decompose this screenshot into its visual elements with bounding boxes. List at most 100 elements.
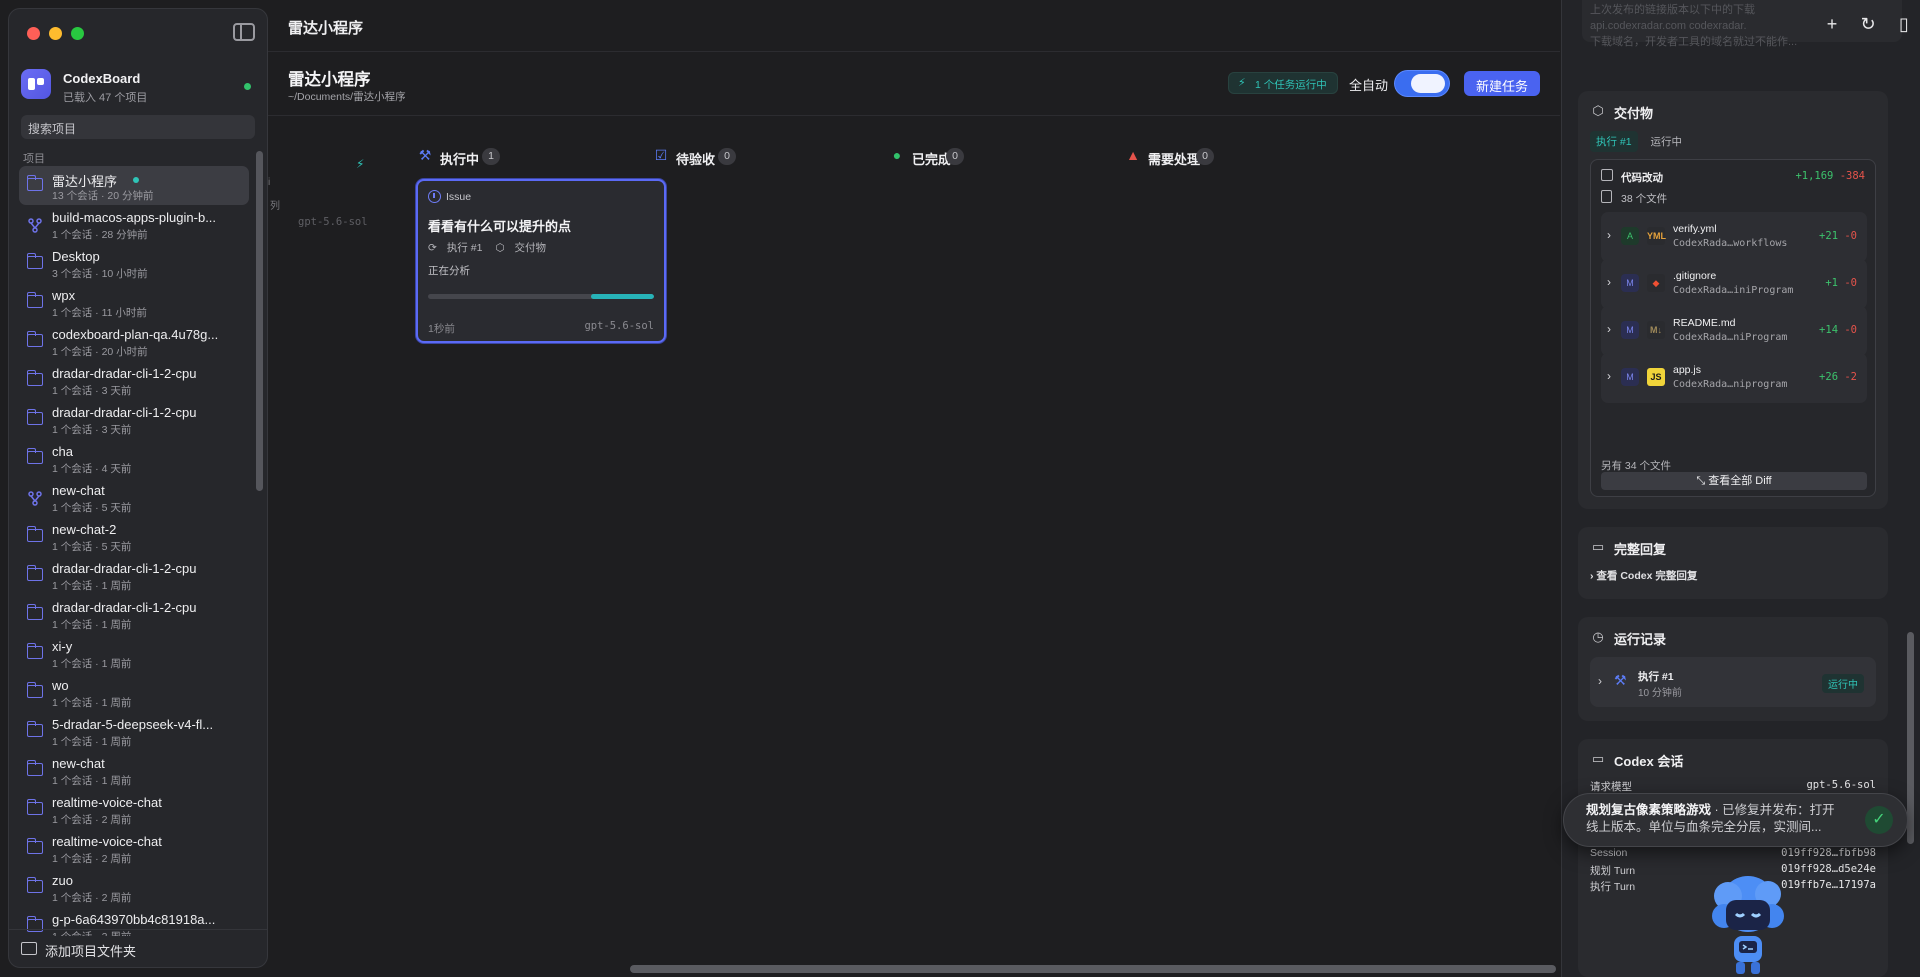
changed-file-row[interactable]: › A YML verify.yml CodexRada…workflows +21 -0 — [1601, 212, 1867, 262]
file-name: README.md — [1673, 317, 1736, 329]
file-diff-stat: +14 -0 — [1819, 324, 1857, 336]
window-controls — [27, 27, 84, 40]
add-folder-label: 添加项目文件夹 — [45, 944, 137, 959]
project-meta: 13 个会话 · 20 分钟前 — [52, 190, 154, 202]
sidebar-project-item[interactable]: wo 1 个会话 · 1 周前 — [19, 673, 249, 712]
sidebar-project-item[interactable]: 5-dradar-5-deepseek-v4-fl... 1 个会话 · 1 周前 — [19, 712, 249, 751]
session-field-key: 规划 Turn — [1590, 865, 1636, 877]
auto-mode-label: 全自动 — [1349, 78, 1389, 93]
run-title: 执行 #1 — [1638, 671, 1674, 683]
review-icon: ☑ — [654, 147, 668, 163]
column-label: 已完成 — [912, 152, 952, 167]
view-all-diff-button[interactable]: ⤡ 查看全部 Diff — [1601, 472, 1867, 490]
file-count: 38 个文件 — [1601, 190, 1667, 206]
app-name: CodexBoard — [63, 71, 141, 86]
hammer-icon: ⚒ — [1614, 672, 1627, 688]
files-icon — [1601, 190, 1612, 203]
sidebar-project-item[interactable]: build-macos-apps-plugin-b... 1 个会话 · 28 分… — [19, 205, 249, 244]
ghost-card-text: 列 — [270, 201, 280, 212]
folder-icon — [26, 604, 43, 620]
new-task-button[interactable]: 新建任务 — [1464, 71, 1540, 96]
file-diff-stat: +1 -0 — [1825, 277, 1857, 289]
session-field-value: 019ffb7e…17197a — [1781, 879, 1876, 891]
changed-file-row[interactable]: › M JS app.js CodexRada…niprogram +26 -2 — [1601, 353, 1867, 403]
sidebar-project-item[interactable]: codexboard-plan-qa.4u78g... 1 个会话 · 20 小时… — [19, 322, 249, 361]
task-model: gpt-5.6-sol — [584, 320, 654, 332]
column-header: ▲ 需要处理 0 — [1124, 147, 1324, 167]
sidebar-toggle-icon[interactable] — [233, 23, 255, 41]
code-changes-box: 代码改动 +1,169 -384 38 个文件 › A YML verify.yml C… — [1590, 159, 1876, 497]
sidebar-project-item[interactable]: Desktop 3 个会话 · 10 小时前 — [19, 244, 249, 283]
info-circle-icon — [428, 190, 441, 203]
chevron-right-icon: › — [1607, 369, 1611, 383]
project-meta: 1 个会话 · 1 周前 — [52, 775, 132, 787]
sidebar-project-item[interactable]: new-chat-2 1 个会话 · 5 天前 — [19, 517, 249, 556]
sidebar-project-item[interactable]: zuo 1 个会话 · 2 周前 — [19, 868, 249, 907]
tab-run-1[interactable]: 执行 #1 — [1590, 131, 1638, 152]
project-title: zuo — [52, 873, 73, 888]
branch-icon — [27, 217, 43, 233]
board-horizontal-scrollbar[interactable] — [630, 965, 1556, 973]
search-input[interactable]: 搜索项目 — [21, 115, 255, 139]
minimize-window-button[interactable] — [49, 27, 62, 40]
task-meta: ⟳ 执行 #1 ⬡ 交付物 — [428, 240, 556, 255]
project-title: g-p-6a643970bb4c81918a... — [52, 912, 216, 927]
file-additions: +21 — [1819, 230, 1839, 242]
changed-file-row[interactable]: › M M↓ README.md CodexRada…niProgram +14 -0 — [1601, 306, 1867, 356]
view-all-diff-label: 查看全部 Diff — [1708, 475, 1772, 487]
sidebar-project-item[interactable]: dradar-dradar-cli-1-2-cpu 1 个会话 · 1 周前 — [19, 556, 249, 595]
sidebar-project-item[interactable]: cha 1 个会话 · 4 天前 — [19, 439, 249, 478]
issue-tag: Issue — [428, 190, 471, 203]
sidebar-project-item[interactable]: xi-y 1 个会话 · 1 周前 — [19, 634, 249, 673]
column-count: 1 — [482, 148, 500, 165]
toast-title: 规划复古像素策略游戏 — [1586, 803, 1712, 817]
chevron-right-icon: › — [1607, 228, 1611, 242]
sidebar-project-item[interactable]: realtime-voice-chat 1 个会话 · 2 周前 — [19, 790, 249, 829]
bolt-icon: ⚡ — [356, 157, 365, 171]
refresh-icon[interactable]: ↻ — [1854, 10, 1882, 38]
diff-icon — [1601, 169, 1613, 181]
message-icon: ▭ — [1591, 539, 1605, 554]
add-icon[interactable]: + — [1818, 10, 1846, 38]
view-full-reply-link[interactable]: › 查看 Codex 完整回复 — [1590, 568, 1697, 583]
app-brand: CodexBoard 已载入 47 个项目 — [21, 65, 255, 105]
diff-totals: +1,169 -384 — [1795, 170, 1865, 182]
folder-icon — [26, 760, 43, 776]
sidebar-project-item[interactable]: new-chat 1 个会话 · 1 周前 — [19, 751, 249, 790]
column-count: 0 — [718, 148, 736, 165]
task-card[interactable]: Issue 看看有什么可以提升的点 ⟳ 执行 #1 ⬡ 交付物 正在分析 1秒前 g… — [416, 179, 666, 343]
progress-bar — [428, 294, 654, 299]
package-icon: ⬡ — [1592, 103, 1604, 118]
add-project-folder-button[interactable]: 添加项目文件夹 — [9, 929, 267, 967]
column-header: ⚒ 执行中 1 — [416, 147, 616, 167]
session-field-value: 019ff928…d5e24e — [1781, 863, 1876, 875]
auto-mode-toggle[interactable] — [1395, 71, 1449, 96]
file-additions: +14 — [1819, 324, 1839, 336]
project-path: ~/Documents/雷达小程序 — [288, 91, 406, 103]
view-full-reply-label: 查看 Codex 完整回复 — [1596, 570, 1698, 582]
run-row[interactable]: › ⚒ 执行 #1 10 分钟前 运行中 — [1590, 657, 1876, 707]
panel-toggle-icon[interactable]: ▯ — [1890, 10, 1918, 38]
close-window-button[interactable] — [27, 27, 40, 40]
sidebar-scrollbar[interactable] — [256, 151, 263, 491]
warning-icon: ▲ — [1126, 147, 1140, 163]
sidebar-project-item[interactable]: new-chat 1 个会话 · 5 天前 — [19, 478, 249, 517]
markdown-icon: M↓ — [1647, 321, 1665, 339]
inspector-scrollbar[interactable] — [1907, 632, 1914, 844]
project-title: wo — [52, 678, 69, 693]
history-icon: ◷ — [1592, 629, 1604, 644]
changed-file-row[interactable]: › M ◆ .gitignore CodexRada…iniProgram +1 -0 — [1601, 259, 1867, 309]
sidebar-project-item[interactable]: 雷达小程序 13 个会话 · 20 分钟前 — [19, 166, 249, 205]
running-badge[interactable]: 1 个任务运行中 — [1228, 72, 1338, 94]
file-status-badge: A — [1621, 227, 1639, 245]
app-window: CodexBoard 已载入 47 个项目 搜索项目 项目 雷达小程序 13 个会… — [0, 0, 1920, 977]
task-deliverable: 交付物 — [514, 242, 547, 254]
zoom-window-button[interactable] — [71, 27, 84, 40]
session-field-value: gpt-5.6-sol — [1806, 779, 1876, 791]
notification-toast[interactable]: 规划复古像素策略游戏 · 已修复并发布：打开线上版本。单位与血条完全分层，实测间… — [1563, 793, 1908, 847]
sidebar-project-item[interactable]: dradar-dradar-cli-1-2-cpu 1 个会话 · 3 天前 — [19, 400, 249, 439]
sidebar-project-item[interactable]: realtime-voice-chat 1 个会话 · 2 周前 — [19, 829, 249, 868]
sidebar-project-item[interactable]: dradar-dradar-cli-1-2-cpu 1 个会话 · 1 周前 — [19, 595, 249, 634]
sidebar-project-item[interactable]: dradar-dradar-cli-1-2-cpu 1 个会话 · 3 天前 — [19, 361, 249, 400]
sidebar-project-item[interactable]: wpx 1 个会话 · 11 小时前 — [19, 283, 249, 322]
